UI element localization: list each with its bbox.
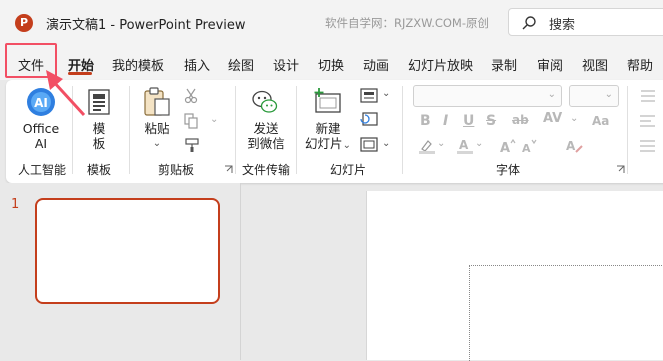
text-direction-icon[interactable]: [639, 139, 655, 153]
paste-button[interactable]: 粘贴 ⌄: [143, 121, 171, 151]
tab-insert[interactable]: 插入: [184, 55, 210, 74]
search-icon: [522, 16, 536, 30]
slide-layout-icon[interactable]: [360, 88, 378, 103]
send-to-wechat-button[interactable]: 发送 到微信: [244, 121, 288, 151]
font-dialog-launcher-icon[interactable]: [616, 165, 625, 174]
character-spacing-chevron-icon[interactable]: ⌄: [570, 113, 578, 124]
svg-text:Aa: Aa: [592, 114, 609, 127]
template-label-line1: 模: [92, 121, 106, 136]
shrink-font-icon[interactable]: A: [522, 138, 538, 154]
group-label-slides: 幻灯片: [329, 163, 366, 177]
ribbon-tab-bar: 文件 开始 我的模板 插入 绘图 设计 切换 动画 幻灯片放映 录制 审阅 视图…: [0, 44, 663, 80]
highlight-icon[interactable]: [418, 138, 436, 154]
document-title: 演示文稿1 - PowerPoint Preview: [46, 18, 246, 33]
tab-slideshow[interactable]: 幻灯片放映: [408, 55, 473, 74]
copy-icon[interactable]: [184, 113, 198, 129]
send-to-wechat-label-line1: 发送: [253, 121, 279, 136]
tab-review[interactable]: 审阅: [537, 55, 563, 74]
clear-formatting-icon[interactable]: A: [566, 138, 584, 154]
title-placeholder[interactable]: [469, 265, 663, 361]
new-slide-button[interactable]: 新建 幻灯片⌄: [303, 121, 353, 153]
office-ai-label-line2: AI: [34, 136, 48, 151]
tab-draw[interactable]: 绘图: [228, 55, 254, 74]
paste-chevron-icon: ⌄: [152, 138, 162, 149]
office-ai-button[interactable]: Office AI: [22, 121, 60, 151]
tab-record[interactable]: 录制: [491, 55, 517, 74]
tab-animations[interactable]: 动画: [363, 55, 389, 74]
ribbon-separator: [402, 86, 403, 174]
strikethrough-button[interactable]: S: [486, 113, 496, 129]
template-button[interactable]: 模 板: [86, 121, 112, 151]
section-chevron-icon[interactable]: ⌄: [382, 138, 390, 149]
slide-layout-chevron-icon[interactable]: ⌄: [382, 88, 390, 99]
change-case-icon[interactable]: Aa: [592, 113, 610, 127]
format-painter-icon[interactable]: [184, 137, 200, 153]
panel-divider[interactable]: [240, 183, 241, 360]
copy-dropdown-chevron-icon[interactable]: ⌄: [210, 114, 218, 125]
group-label-font: 字体: [495, 163, 520, 177]
font-color-icon[interactable]: A: [456, 138, 474, 154]
watermark-text: 软件自学网：RJZXW.COM-原创: [325, 16, 489, 30]
new-slide-label-line2: 幻灯片: [305, 136, 343, 151]
group-label-template: 模板: [86, 163, 111, 177]
slide-thumbnail[interactable]: [35, 198, 220, 304]
character-spacing-button[interactable]: AV: [543, 111, 562, 126]
reset-slide-icon[interactable]: [360, 112, 378, 127]
group-label-ai: 人工智能: [17, 163, 66, 177]
powerpoint-app-icon: P: [15, 14, 33, 32]
align-left-icon[interactable]: [639, 114, 655, 128]
send-to-wechat-label-line2: 到微信: [247, 136, 285, 151]
highlight-chevron-icon[interactable]: ⌄: [437, 138, 445, 149]
cut-icon[interactable]: [184, 88, 198, 104]
italic-button[interactable]: I: [443, 113, 448, 129]
ribbon-separator: [627, 86, 628, 174]
ribbon-separator: [235, 86, 236, 174]
wechat-icon: [252, 90, 278, 113]
ribbon-separator: [129, 86, 130, 174]
search-box[interactable]: 搜索: [508, 8, 663, 36]
svg-text:A: A: [459, 138, 469, 152]
svg-text:A: A: [566, 139, 576, 153]
office-ai-label-line1: Office: [22, 121, 60, 136]
clipboard-dialog-launcher-icon[interactable]: [224, 165, 233, 174]
svg-text:A: A: [522, 142, 531, 154]
font-family-select[interactable]: ⌄: [413, 85, 562, 107]
ribbon-separator: [296, 86, 297, 174]
bold-button[interactable]: B: [420, 113, 431, 129]
paste-label: 粘贴: [144, 121, 170, 136]
section-icon[interactable]: [360, 137, 378, 152]
new-slide-label-line1: 新建: [315, 121, 341, 136]
font-size-select[interactable]: ⌄: [569, 85, 619, 107]
annotation-arrow-icon: [46, 70, 86, 117]
svg-text:A: A: [500, 141, 510, 154]
search-placeholder: 搜索: [549, 18, 576, 33]
font-family-chevron-icon: ⌄: [547, 89, 556, 100]
font-color-chevron-icon[interactable]: ⌄: [475, 138, 483, 149]
tab-my-templates[interactable]: 我的模板: [112, 55, 164, 74]
tab-transitions[interactable]: 切换: [318, 55, 344, 74]
grow-font-icon[interactable]: A: [500, 138, 516, 154]
font-size-chevron-icon: ⌄: [604, 89, 613, 100]
tab-view[interactable]: 视图: [582, 55, 608, 74]
new-slide-chevron-icon: ⌄: [342, 140, 351, 151]
tab-help[interactable]: 帮助: [627, 55, 653, 74]
template-label-line2: 板: [92, 136, 106, 151]
shadow-button[interactable]: ab: [512, 113, 529, 127]
paste-clipboard-icon: [144, 87, 170, 116]
new-slide-icon: [314, 88, 341, 113]
underline-button[interactable]: U: [463, 113, 474, 129]
group-label-file-transfer: 文件传输: [241, 163, 290, 177]
bullets-icon[interactable]: [639, 89, 655, 103]
template-icon: [88, 89, 110, 115]
slide-number: 1: [11, 197, 20, 212]
group-label-clipboard: 剪贴板: [157, 163, 194, 177]
tab-design[interactable]: 设计: [273, 55, 299, 74]
